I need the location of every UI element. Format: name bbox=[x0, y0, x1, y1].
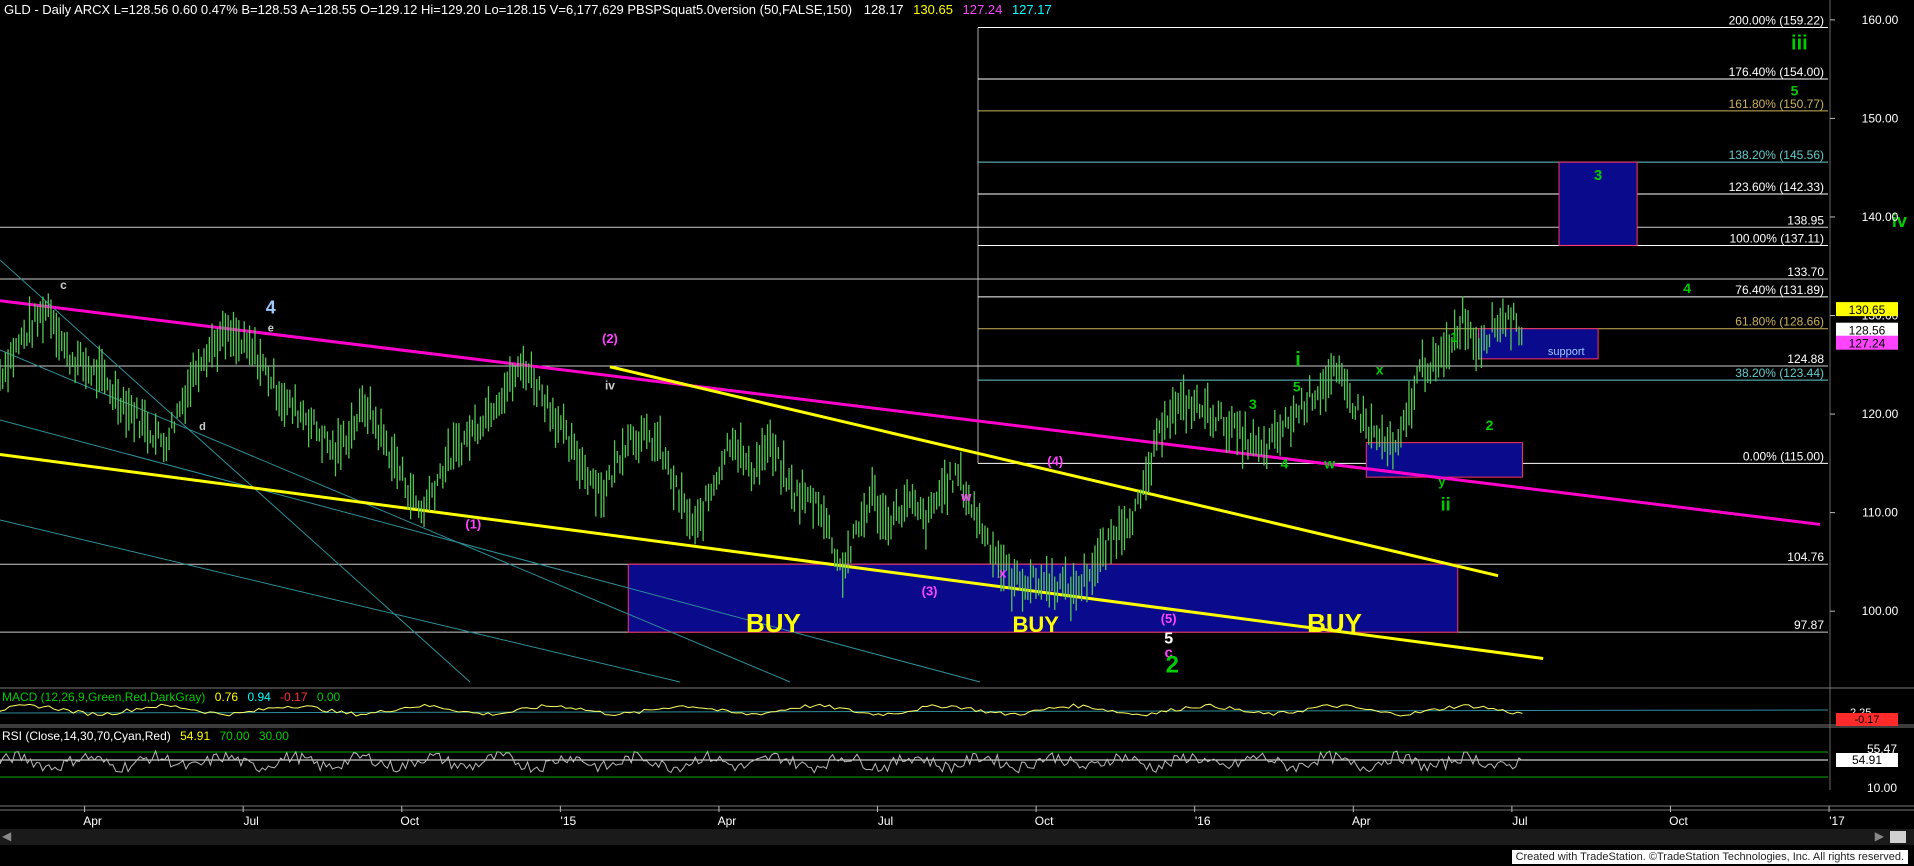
wave-label-28: 4 bbox=[1683, 280, 1691, 296]
time-label-5: Jul bbox=[878, 814, 893, 828]
rsi-v1: 54.91 bbox=[180, 729, 211, 743]
wave-label-15: BUY bbox=[746, 608, 801, 638]
wave-label-20: 5 bbox=[1293, 378, 1301, 394]
macd-v4: 0.00 bbox=[316, 690, 341, 704]
wave-label-16: BUY bbox=[1012, 612, 1059, 637]
macd-title: MACD (12,26,9,Green,Red,DarkGray) bbox=[2, 690, 206, 704]
wave-label-29: iii bbox=[1791, 32, 1808, 54]
fib-label-6: 76.40% (131.89) bbox=[1735, 283, 1824, 297]
time-label-0: Apr bbox=[83, 814, 102, 828]
fib-label-1: 176.40% (154.00) bbox=[1729, 65, 1824, 79]
macd-v1: 0.76 bbox=[214, 690, 239, 704]
level-label-1: 133.70 bbox=[1787, 265, 1824, 279]
wave-label-30: 5 bbox=[1791, 83, 1799, 99]
time-label-9: Jul bbox=[1512, 814, 1527, 828]
time-label-4: Apr bbox=[718, 814, 737, 828]
fib-label-4: 123.60% (142.33) bbox=[1729, 180, 1824, 194]
rsi-line bbox=[0, 749, 1523, 774]
rsi-v2: 70.00 bbox=[219, 729, 250, 743]
time-label-3: '15 bbox=[561, 814, 577, 828]
time-label-6: Oct bbox=[1035, 814, 1054, 828]
price-tag-label-2: 127.24 bbox=[1849, 337, 1886, 351]
wave-label-1: 4 bbox=[266, 298, 276, 318]
wave-label-26: 1 bbox=[1450, 329, 1458, 345]
fib-label-9: 0.00% (115.00) bbox=[1743, 449, 1824, 463]
time-label-2: Oct bbox=[400, 814, 419, 828]
wave-label-10: (4) bbox=[1047, 453, 1063, 468]
time-label-7: '16 bbox=[1195, 814, 1211, 828]
fib-label-5: 100.00% (137.11) bbox=[1729, 231, 1824, 245]
macd-title-row: MACD (12,26,9,Green,Red,DarkGray) 0.76 0… bbox=[2, 690, 340, 704]
rsi-v3: 30.00 bbox=[258, 729, 289, 743]
wave-label-9: (3) bbox=[922, 583, 938, 598]
horizontal-scrollbar[interactable]: ◀ ▶ bbox=[0, 829, 1914, 845]
level-label-3: 104.76 bbox=[1787, 550, 1824, 564]
wave-label-2: e bbox=[268, 322, 274, 334]
wave-label-14: 2 bbox=[1166, 651, 1179, 678]
scroll-thumb[interactable] bbox=[1890, 831, 1906, 843]
rsi-axis-3: 10.00 bbox=[1867, 781, 1897, 795]
price-tag-label-1: 128.56 bbox=[1849, 324, 1886, 338]
time-label-11: '17 bbox=[1829, 814, 1845, 828]
rsi-axis-2: 54.91 bbox=[1852, 753, 1882, 767]
rsi-title: RSI (Close,14,30,70,Cyan,Red) bbox=[2, 729, 171, 743]
fib-label-0: 200.00% (159.22) bbox=[1729, 14, 1824, 28]
macd-v2: 0.94 bbox=[247, 690, 271, 704]
wave-label-17: BUY bbox=[1307, 608, 1362, 638]
fib-levels-layer: 200.00% (159.22)176.40% (154.00)161.80% … bbox=[0, 14, 1828, 633]
fib-label-2: 161.80% (150.77) bbox=[1729, 97, 1824, 111]
price-tick-label-2: 120.00 bbox=[1862, 407, 1899, 421]
wave-label-7: w bbox=[960, 489, 972, 504]
fib-label-7: 61.80% (128.66) bbox=[1735, 315, 1824, 329]
fib-label-8: 38.20% (123.44) bbox=[1735, 366, 1824, 380]
price-tick-label-4: 140.00 bbox=[1862, 210, 1899, 224]
wave-label-3: d bbox=[199, 421, 206, 433]
copyright-footer: Created with TradeStation. ©TradeStation… bbox=[1511, 850, 1908, 864]
scroll-right-arrow[interactable]: ▶ bbox=[1875, 829, 1884, 843]
channel-line-2 bbox=[0, 419, 981, 683]
price-tick-label-6: 160.00 bbox=[1862, 13, 1899, 27]
wave-label-25: ii bbox=[1441, 495, 1451, 515]
price-tick-label-5: 150.00 bbox=[1862, 111, 1899, 125]
wave-label-11: (5) bbox=[1161, 611, 1177, 626]
wave-label-8: x bbox=[999, 566, 1007, 581]
time-label-8: Apr bbox=[1352, 814, 1371, 828]
time-label-1: Jul bbox=[244, 814, 259, 828]
level-label-4: 97.87 bbox=[1794, 618, 1824, 632]
wave-label-6: (1) bbox=[465, 516, 481, 531]
time-axis: AprJulOct'15AprJulOct'16AprJulOct'17AprJ… bbox=[0, 806, 1914, 828]
fib-label-3: 138.20% (145.56) bbox=[1729, 148, 1824, 162]
scroll-left-arrow[interactable]: ◀ bbox=[2, 829, 11, 843]
macd-v3: -0.17 bbox=[280, 690, 308, 704]
price-axis: 100.00110.00120.00130.00140.00150.00160.… bbox=[1829, 0, 1899, 790]
level-label-2: 124.88 bbox=[1787, 352, 1824, 366]
wave-label-21: 4 bbox=[1281, 455, 1289, 471]
zone-box-label-1: 3 bbox=[1594, 167, 1602, 184]
level-label-0: 138.95 bbox=[1787, 213, 1824, 227]
macd-axis-2: -0.17 bbox=[1854, 714, 1879, 726]
zone-box-label-3: support bbox=[1548, 346, 1585, 358]
wave-label-0: c bbox=[60, 278, 67, 292]
wave-label-23: x bbox=[1376, 362, 1384, 378]
wave-label-27: 2 bbox=[1486, 417, 1494, 433]
wave-label-5: iv bbox=[605, 378, 615, 392]
macd-line bbox=[0, 703, 1523, 717]
channel-line-3 bbox=[0, 519, 681, 683]
wave-label-4: (2) bbox=[602, 331, 618, 346]
time-label-10: Oct bbox=[1669, 814, 1688, 828]
price-tick-label-1: 110.00 bbox=[1862, 506, 1898, 520]
wave-label-22: w bbox=[1323, 455, 1335, 471]
wave-label-18: 3 bbox=[1249, 396, 1257, 412]
price-tag-label-0: 130.65 bbox=[1849, 303, 1886, 317]
chart-window: GLD - Daily ARCX L=128.56 0.60 0.47% B=1… bbox=[0, 0, 1914, 866]
price-tick-label-0: 100.00 bbox=[1862, 604, 1899, 618]
rsi-title-row: RSI (Close,14,30,70,Cyan,Red) 54.91 70.0… bbox=[2, 729, 289, 743]
wave-label-19: i bbox=[1295, 349, 1301, 371]
wave-label-24: y bbox=[1438, 474, 1446, 489]
